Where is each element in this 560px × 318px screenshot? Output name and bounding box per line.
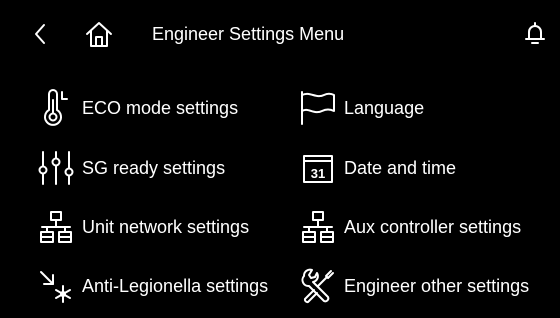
- calendar-icon: 31: [298, 148, 338, 188]
- notifications-button[interactable]: [520, 19, 550, 49]
- page-title: Engineer Settings Menu: [152, 24, 345, 44]
- menu-item-label: SG ready settings: [82, 158, 226, 178]
- menu-item-label: Unit network settings: [82, 217, 250, 237]
- thermometer-icon: [36, 88, 76, 128]
- menu-item-label: Date and time: [344, 158, 457, 178]
- network-icon: [298, 207, 338, 247]
- menu-item-sg-ready[interactable]: SG ready settings: [36, 146, 225, 190]
- menu-item-label: Language: [344, 98, 425, 118]
- calendar-day-text: 31: [311, 166, 325, 181]
- menu-item-date-time[interactable]: 31 Date and time: [298, 146, 456, 190]
- back-button[interactable]: [26, 20, 54, 48]
- menu-item-aux-controller[interactable]: Aux controller settings: [298, 205, 521, 249]
- bell-icon: [524, 21, 546, 47]
- menu-item-engineer-other[interactable]: Engineer other settings: [298, 264, 529, 308]
- sliders-icon: [36, 148, 76, 188]
- home-icon: [85, 20, 113, 48]
- menu-item-label: Anti-Legionella settings: [82, 276, 269, 296]
- menu-item-unit-network[interactable]: Unit network settings: [36, 205, 249, 249]
- menu-item-eco-mode[interactable]: ECO mode settings: [36, 86, 238, 130]
- chevron-left-icon: [33, 23, 47, 45]
- menu-item-label: Aux controller settings: [344, 217, 522, 237]
- menu-item-label: Engineer other settings: [344, 276, 530, 296]
- tools-icon: [298, 266, 338, 306]
- menu-item-label: ECO mode settings: [82, 98, 239, 118]
- anti-legionella-icon: [36, 266, 76, 306]
- header-bar: Engineer Settings Menu: [0, 0, 560, 70]
- menu-item-language[interactable]: Language: [298, 86, 424, 130]
- network-icon: [36, 207, 76, 247]
- flag-icon: [298, 88, 338, 128]
- home-button[interactable]: [84, 19, 114, 49]
- menu-item-anti-legionella[interactable]: Anti-Legionella settings: [36, 264, 268, 308]
